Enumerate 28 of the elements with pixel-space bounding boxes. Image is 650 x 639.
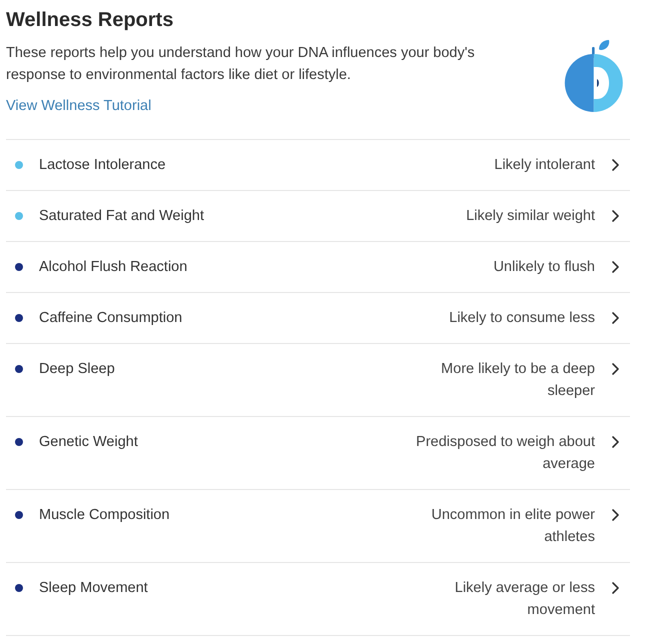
description-text: These reports help you understand how your DNA influences your body's response to environmental factors like diet or lifestyle. [6,44,476,85]
report-result: Unlikely to flush [493,258,595,277]
report-name[interactable]: Deep Sleep [39,358,115,380]
chevron-right-icon[interactable] [612,582,619,594]
report-name[interactable]: Sleep Movement [39,577,148,599]
report-result: More likely to be a deep sleeper [440,360,595,401]
report-result: Predisposed to weigh about average [415,433,595,474]
report-name[interactable]: Muscle Composition [39,504,170,526]
report-name[interactable]: Alcohol Flush Reaction [39,256,188,278]
report-name[interactable]: Lactose Intolerance [39,154,166,176]
chevron-right-icon[interactable] [612,312,619,324]
chevron-right-icon[interactable] [612,210,619,222]
apple-icon [563,38,623,113]
report-result: Likely similar weight [466,207,595,226]
chevron-right-icon[interactable] [612,436,619,448]
report-result: Likely to consume less [449,309,595,328]
report-name[interactable]: Saturated Fat and Weight [39,205,204,227]
report-result: Likely average or less movement [454,579,595,620]
tutorial-link[interactable]: View Wellness Tutorial [6,95,152,117]
chevron-right-icon[interactable] [612,509,619,521]
chevron-right-icon[interactable] [612,363,619,375]
report-name[interactable]: Caffeine Consumption [39,307,182,329]
chevron-right-icon[interactable] [612,261,619,273]
report-result: Likely intolerant [494,156,595,175]
report-result: Uncommon in elite power athletes [430,506,595,547]
report-name[interactable]: Genetic Weight [39,431,138,453]
chevron-right-icon[interactable] [612,159,619,171]
page-title: Wellness Reports [6,8,174,33]
